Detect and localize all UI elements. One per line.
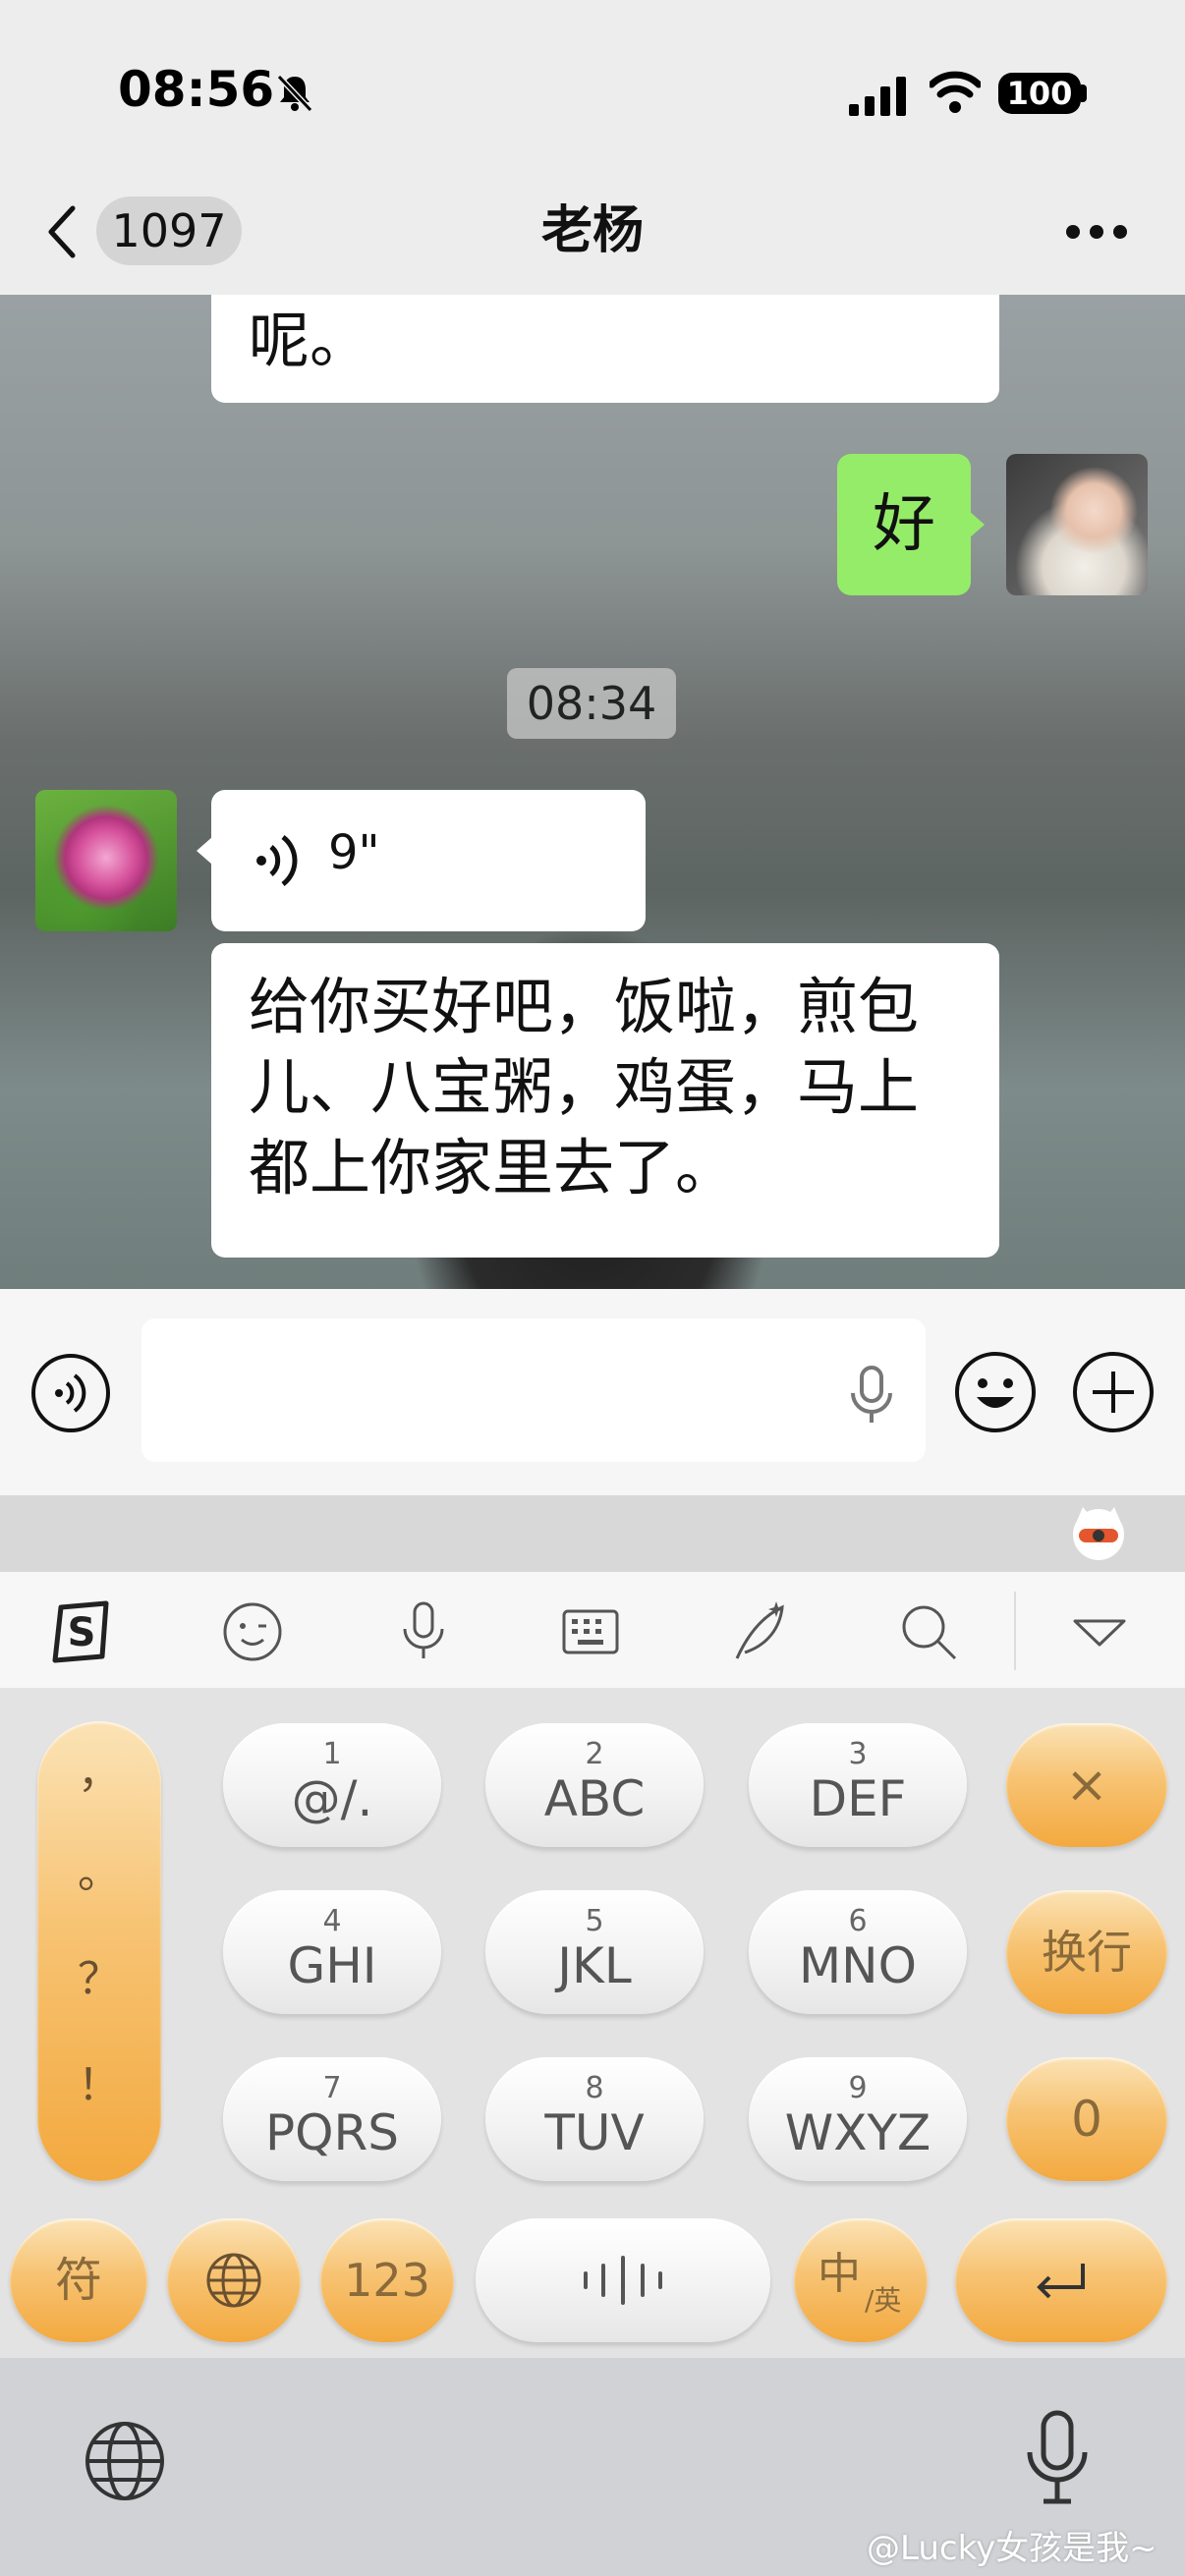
- key-7[interactable]: 7 PQRS: [223, 2057, 441, 2181]
- svg-text:S: S: [68, 1610, 96, 1655]
- return-arrow-icon: [1037, 2264, 1085, 2299]
- punctuation-key-column[interactable]: ， 。 ？ ！: [37, 1721, 161, 2181]
- newline-key[interactable]: 换行: [1006, 1890, 1167, 2014]
- key-8[interactable]: 8 TUV: [485, 2057, 704, 2181]
- punct-exclaim[interactable]: ！: [37, 2049, 161, 2112]
- key-3[interactable]: 3 DEF: [749, 1723, 967, 1847]
- quill-icon[interactable]: [725, 1597, 794, 1666]
- voice-wave-icon: [256, 835, 298, 886]
- globe-key[interactable]: [167, 2218, 301, 2342]
- wifi-icon: [930, 71, 981, 113]
- key-6[interactable]: 6 MNO: [749, 1890, 967, 2014]
- chat-title: 老杨: [540, 201, 644, 260]
- key-1[interactable]: 1 @/.: [223, 1723, 441, 1847]
- key-5[interactable]: 5 JKL: [485, 1890, 704, 2014]
- bubble-tail: [197, 837, 212, 865]
- message-timestamp: 08:34: [507, 668, 676, 739]
- contact-avatar[interactable]: [35, 790, 177, 931]
- voice-duration: 9": [328, 825, 380, 880]
- numbers-key[interactable]: 123: [320, 2218, 454, 2342]
- language-switch-key[interactable]: 中 /英: [794, 2218, 928, 2342]
- mic-icon[interactable]: [847, 1366, 896, 1425]
- globe-icon[interactable]: [83, 2419, 167, 2503]
- key-2[interactable]: 2 ABC: [485, 1723, 704, 1847]
- key-4[interactable]: 4 GHI: [223, 1890, 441, 2014]
- toolbar-divider: [1014, 1592, 1016, 1670]
- battery-indicator: 100: [998, 73, 1081, 114]
- voice-bars-icon: [584, 2256, 662, 2305]
- message-text: 给你买好吧，饭啦，煎包儿、八宝粥，鸡蛋，马上都上你家里去了。: [249, 971, 920, 1204]
- keyboard-icon[interactable]: [556, 1597, 625, 1666]
- message-text: 呢。: [249, 305, 371, 376]
- punct-comma[interactable]: ，: [37, 1737, 161, 1800]
- more-options-icon[interactable]: [1065, 224, 1128, 240]
- search-icon[interactable]: [894, 1597, 963, 1666]
- watermark: @Lucky女孩是我~: [867, 2529, 1157, 2568]
- bubble-tail: [969, 511, 985, 538]
- enter-key[interactable]: [955, 2218, 1167, 2342]
- delete-key[interactable]: ×: [1006, 1723, 1167, 1847]
- punct-question[interactable]: ？: [37, 1943, 161, 2006]
- message-input[interactable]: [141, 1318, 926, 1462]
- emoji-button-icon[interactable]: [953, 1350, 1038, 1434]
- status-time: 08:56: [118, 61, 275, 118]
- symbols-key[interactable]: 符: [10, 2218, 147, 2342]
- globe-icon: [206, 2253, 261, 2308]
- my-avatar[interactable]: [1006, 454, 1148, 595]
- incoming-message-bubble[interactable]: 给你买好吧，饭啦，煎包儿、八宝粥，鸡蛋，马上都上你家里去了。: [211, 943, 999, 1258]
- key-9[interactable]: 9 WXYZ: [749, 2057, 967, 2181]
- keyboard-header-strip: [0, 1495, 1185, 1572]
- emoji-face-icon[interactable]: [218, 1597, 287, 1666]
- incoming-message-bubble[interactable]: 呢。: [211, 295, 999, 403]
- dictation-mic-icon[interactable]: [1022, 2409, 1093, 2507]
- sogou-logo-icon[interactable]: S: [47, 1597, 116, 1666]
- collapse-triangle-icon[interactable]: [1065, 1597, 1134, 1666]
- voice-input-toggle-icon[interactable]: [29, 1352, 112, 1434]
- mascot-icon[interactable]: [1069, 1503, 1128, 1562]
- punct-period[interactable]: 。: [37, 1837, 161, 1900]
- cell-signal-icon: [849, 77, 906, 116]
- zero-key[interactable]: 0: [1006, 2057, 1167, 2181]
- battery-tip: [1081, 84, 1087, 102]
- mic-icon[interactable]: [389, 1597, 458, 1666]
- space-key[interactable]: [476, 2218, 770, 2342]
- plus-button-icon[interactable]: [1071, 1350, 1156, 1434]
- outgoing-message-bubble[interactable]: 好: [837, 454, 971, 595]
- bell-muted-icon: [276, 74, 313, 113]
